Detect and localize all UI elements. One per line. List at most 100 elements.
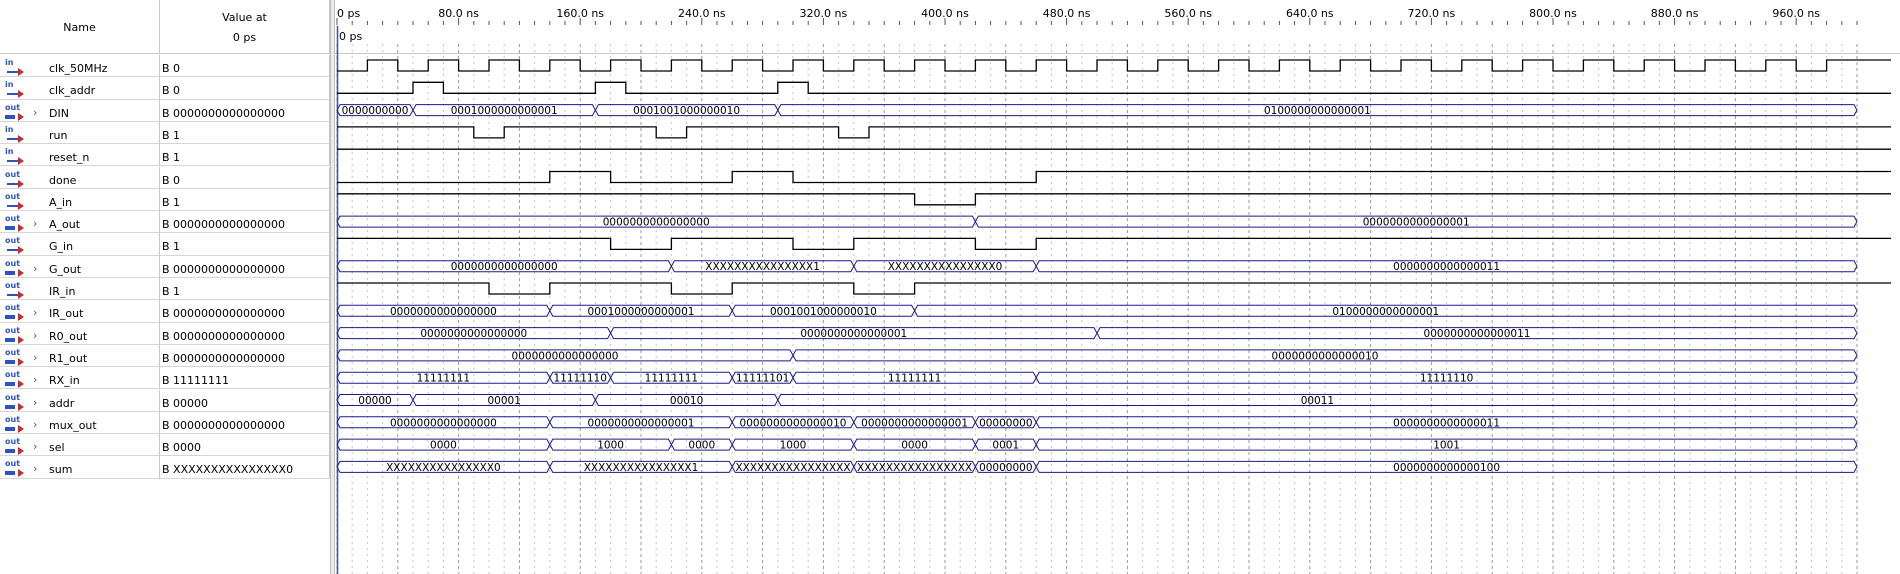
signal-name-cell[interactable]: out › A_out bbox=[0, 211, 160, 234]
signal-name: G_in bbox=[49, 240, 74, 254]
signal-name-cell[interactable]: in reset_n bbox=[0, 144, 160, 167]
expand-chevron-icon[interactable]: › bbox=[33, 329, 37, 342]
R1_out-bus-value: 0000000000000010 bbox=[1272, 350, 1379, 362]
signal-value-cell: B 00000 bbox=[160, 389, 330, 412]
signal-name-cell[interactable]: out › G_out bbox=[0, 255, 160, 278]
IR_out-bus-value: 0001001000000010 bbox=[770, 306, 877, 318]
G_out-bus-value: 0000000000000011 bbox=[1393, 261, 1500, 273]
signal-value-cell: B 0 bbox=[160, 55, 330, 78]
signal-name-cell[interactable]: out A_in bbox=[0, 188, 160, 212]
signal-row[interactable]: out › addr B 00000 bbox=[0, 389, 335, 412]
sum-bus-value: XXXXXXXXXXXXXXX1 bbox=[584, 462, 699, 474]
signal-value: B 0000000000000000 bbox=[162, 262, 286, 276]
signal-value: B 1 bbox=[162, 285, 181, 298]
output-pin-icon: out bbox=[5, 303, 25, 322]
pin-direction-text: out bbox=[5, 281, 21, 290]
signal-row[interactable]: out IR_in B 1 bbox=[0, 278, 335, 301]
signal-value: B 11111111 bbox=[162, 374, 230, 388]
expand-chevron-icon[interactable]: › bbox=[33, 262, 37, 275]
output-pin-icon: out bbox=[5, 370, 25, 389]
signal-row[interactable]: in clk_50MHz B 0 bbox=[0, 55, 335, 78]
signal-row[interactable]: out › DIN B 0000000000000000 bbox=[0, 99, 335, 122]
output-pin-icon: out bbox=[5, 437, 25, 456]
expand-chevron-icon[interactable]: › bbox=[33, 106, 37, 119]
name-column-header[interactable]: Name bbox=[0, 0, 160, 54]
signal-name-cell[interactable]: out IR_in bbox=[0, 278, 160, 301]
signal-row[interactable]: out › G_out B 0000000000000000 bbox=[0, 255, 335, 278]
signal-row[interactable]: out › mux_out B 0000000000000000 bbox=[0, 411, 335, 435]
signal-name-cell[interactable]: out G_in bbox=[0, 233, 160, 256]
expand-chevron-icon[interactable]: › bbox=[33, 306, 37, 319]
sel-bus-value: 1000 bbox=[597, 440, 624, 452]
signal-name-cell[interactable]: in clk_50MHz bbox=[0, 55, 160, 78]
waveform-viewer: Name Value at 0 ps in clk_50MHz B 0 in clk_a… bbox=[0, 0, 1900, 574]
signal-row[interactable]: out › R0_out B 0000000000000000 bbox=[0, 322, 335, 345]
signal-name-cell[interactable]: in run bbox=[0, 121, 160, 145]
signal-name-cell[interactable]: out › IR_out bbox=[0, 300, 160, 323]
clk_50MHz-waveform bbox=[337, 59, 1891, 72]
signal-value-cell: B 0 bbox=[160, 166, 330, 189]
RX_in-bus-value: 11111111 bbox=[645, 373, 698, 385]
value-header-time: 0 ps bbox=[232, 31, 257, 44]
output-pin-icon: out bbox=[5, 326, 25, 344]
expand-chevron-icon[interactable]: › bbox=[33, 351, 37, 364]
signal-row[interactable]: out › R1_out B 0000000000000000 bbox=[0, 344, 335, 368]
addr-bus-value: 00000 bbox=[358, 395, 391, 407]
signal-row[interactable]: out › A_out B 0000000000000000 bbox=[0, 211, 335, 234]
sum-bus-value: 0000000000000100 bbox=[1393, 462, 1500, 474]
signal-row[interactable]: out › IR_out B 0000000000000000 bbox=[0, 300, 335, 323]
expand-chevron-icon[interactable]: › bbox=[33, 217, 37, 230]
signal-name-cell[interactable]: out › R0_out bbox=[0, 322, 160, 345]
signal-name-cell[interactable]: in clk_addr bbox=[0, 77, 160, 100]
signal-value: B 0000 bbox=[162, 441, 202, 455]
A_out-bus-value: 0000000000000001 bbox=[1363, 217, 1470, 229]
signal-name-cell[interactable]: out › R1_out bbox=[0, 344, 160, 368]
signal-row[interactable]: out done B 0 bbox=[0, 166, 335, 189]
sum-bus-value: XXXXXXXXXXXXXXXX bbox=[857, 462, 972, 474]
DIN-bus-value: 0100000000000001 bbox=[1264, 105, 1371, 117]
signal-row[interactable]: out › RX_in B 11111111 bbox=[0, 367, 335, 390]
signal-name: reset_n bbox=[49, 151, 90, 165]
signal-name-cell[interactable]: out › addr bbox=[0, 389, 160, 412]
signal-name-cell[interactable]: out › sum bbox=[0, 456, 160, 479]
input-pin-icon: in bbox=[5, 125, 25, 143]
signal-row[interactable]: out G_in B 1 bbox=[0, 233, 335, 256]
signal-value: B 1 bbox=[162, 151, 181, 165]
signal-name-cell[interactable]: out › RX_in bbox=[0, 367, 160, 390]
expand-chevron-icon[interactable]: › bbox=[33, 440, 37, 453]
pin-direction-text: out bbox=[5, 437, 21, 447]
waveform-canvas[interactable]: 0000000000 000100 00000 00001 00010010000000… bbox=[335, 0, 1900, 574]
A_in-waveform bbox=[337, 193, 1891, 206]
run-waveform bbox=[337, 126, 1891, 139]
expand-chevron-icon[interactable]: › bbox=[33, 396, 37, 409]
signal-name: DIN bbox=[49, 106, 69, 120]
signal-value: B 0000000000000000 bbox=[162, 329, 286, 343]
timeline-pane[interactable]: 0 ps 80.0 ns 160.0 ns 240.0 ns 320.0 ns 400.0… bbox=[335, 0, 1900, 574]
signal-name-cell[interactable]: out › sel bbox=[0, 434, 160, 457]
value-column-header[interactable]: Value at 0 ps bbox=[160, 0, 330, 54]
expand-chevron-icon[interactable]: › bbox=[33, 373, 37, 386]
signal-row[interactable]: out › sel B 0000 bbox=[0, 434, 335, 457]
signal-name-cell[interactable]: out done bbox=[0, 166, 160, 189]
signal-row[interactable]: out › sum B XXXXXXXXXXXXXXX0 bbox=[0, 456, 335, 479]
signal-name-cell[interactable]: out › DIN bbox=[0, 99, 160, 122]
output-pin-icon: out bbox=[5, 281, 25, 299]
value-header-label: Value at bbox=[222, 11, 267, 24]
output-pin-icon: out bbox=[5, 459, 25, 478]
IR_in-waveform bbox=[337, 282, 1891, 295]
IR_out-bus-value: 0001000000000001 bbox=[588, 306, 695, 318]
R0_out-bus-value: 0000000000000011 bbox=[1424, 328, 1531, 340]
signal-row[interactable]: in run B 1 bbox=[0, 121, 335, 145]
signal-value-cell: B 0000000000000000 bbox=[160, 344, 330, 368]
pin-direction-text: out bbox=[5, 370, 21, 380]
sel-bus-value: 0001 bbox=[992, 440, 1019, 452]
signal-name-cell[interactable]: out › mux_out bbox=[0, 411, 160, 435]
RX_in-bus-value: 11111110 bbox=[553, 373, 606, 385]
expand-chevron-icon[interactable]: › bbox=[33, 418, 37, 431]
addr-bus-value: 00001 bbox=[487, 395, 520, 407]
signal-row[interactable]: in clk_addr B 0 bbox=[0, 77, 335, 100]
expand-chevron-icon[interactable]: › bbox=[33, 462, 37, 475]
pin-direction-text: out bbox=[5, 414, 21, 424]
signal-row[interactable]: out A_in B 1 bbox=[0, 188, 335, 212]
signal-row[interactable]: in reset_n B 1 bbox=[0, 144, 335, 167]
